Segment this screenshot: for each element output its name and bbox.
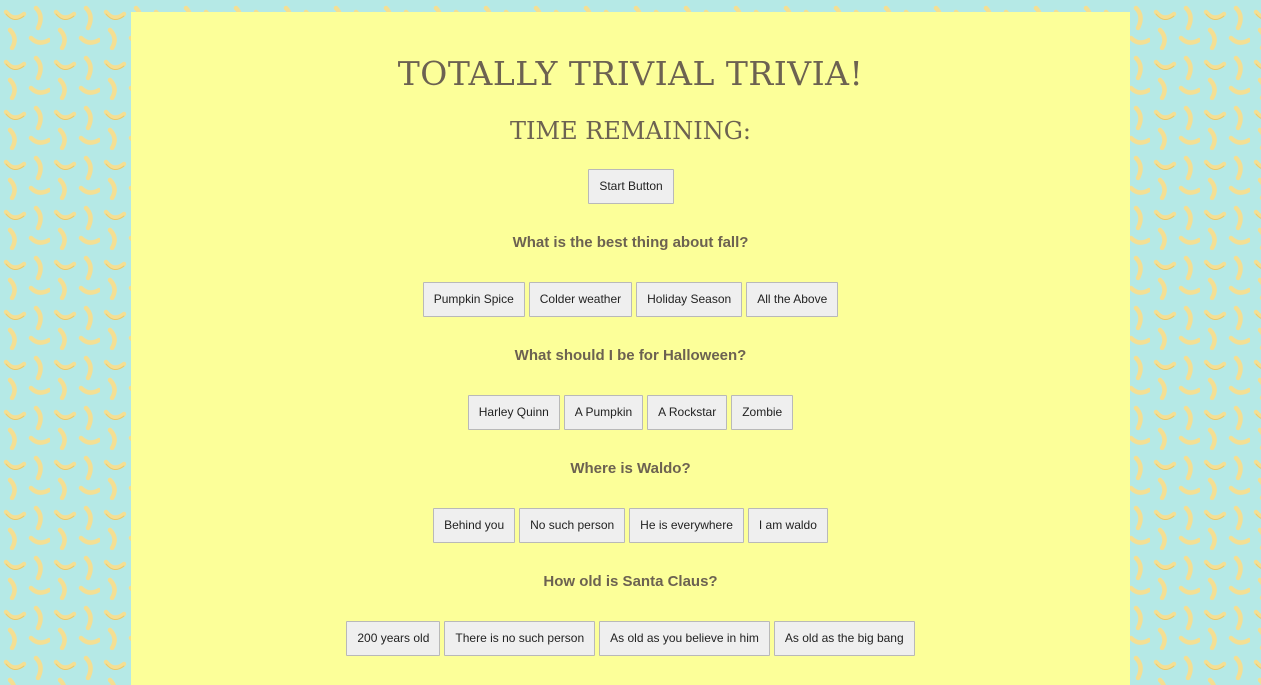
time-remaining-label: TIME REMAINING: [510, 117, 751, 145]
answer-button[interactable]: 200 years old [346, 621, 441, 656]
answer-button[interactable]: All the Above [746, 282, 839, 317]
question-2: What should I be for Halloween? [514, 347, 747, 364]
question-4: How old is Santa Claus? [543, 573, 718, 590]
page-title: TOTALLY TRIVIAL TRIVIA! [397, 54, 864, 93]
question-1: What is the best thing about fall? [512, 234, 749, 251]
answer-button[interactable]: Behind you [433, 508, 516, 543]
answer-button[interactable]: Zombie [731, 395, 794, 430]
answer-button[interactable]: Colder weather [528, 282, 633, 317]
answer-button[interactable]: As old as you believe in him [599, 621, 770, 656]
answer-button[interactable]: Holiday Season [636, 282, 743, 317]
answer-button[interactable]: Harley Quinn [467, 395, 560, 430]
question-3: Where is Waldo? [570, 460, 691, 477]
answer-group-3: Behind you No such person He is everywhe… [131, 508, 1130, 543]
answer-button[interactable]: No such person [519, 508, 626, 543]
answer-button[interactable]: I am waldo [747, 508, 828, 543]
answer-button[interactable]: Pumpkin Spice [422, 282, 525, 317]
top-strip [0, 0, 1261, 4]
answer-button[interactable]: A Pumpkin [563, 395, 644, 430]
answer-button[interactable]: He is everywhere [629, 508, 744, 543]
answer-button[interactable]: There is no such person [444, 621, 596, 656]
answer-group-4: 200 years old There is no such person As… [131, 621, 1130, 656]
answer-button[interactable]: As old as the big bang [773, 621, 915, 656]
answer-group-2: Harley Quinn A Pumpkin A Rockstar Zombie [131, 395, 1130, 430]
start-button[interactable]: Start Button [588, 169, 674, 204]
answer-group-1: Pumpkin Spice Colder weather Holiday Sea… [131, 282, 1130, 317]
trivia-panel: TOTALLY TRIVIAL TRIVIA! TIME REMAINING: … [131, 12, 1130, 685]
answer-button[interactable]: A Rockstar [647, 395, 728, 430]
